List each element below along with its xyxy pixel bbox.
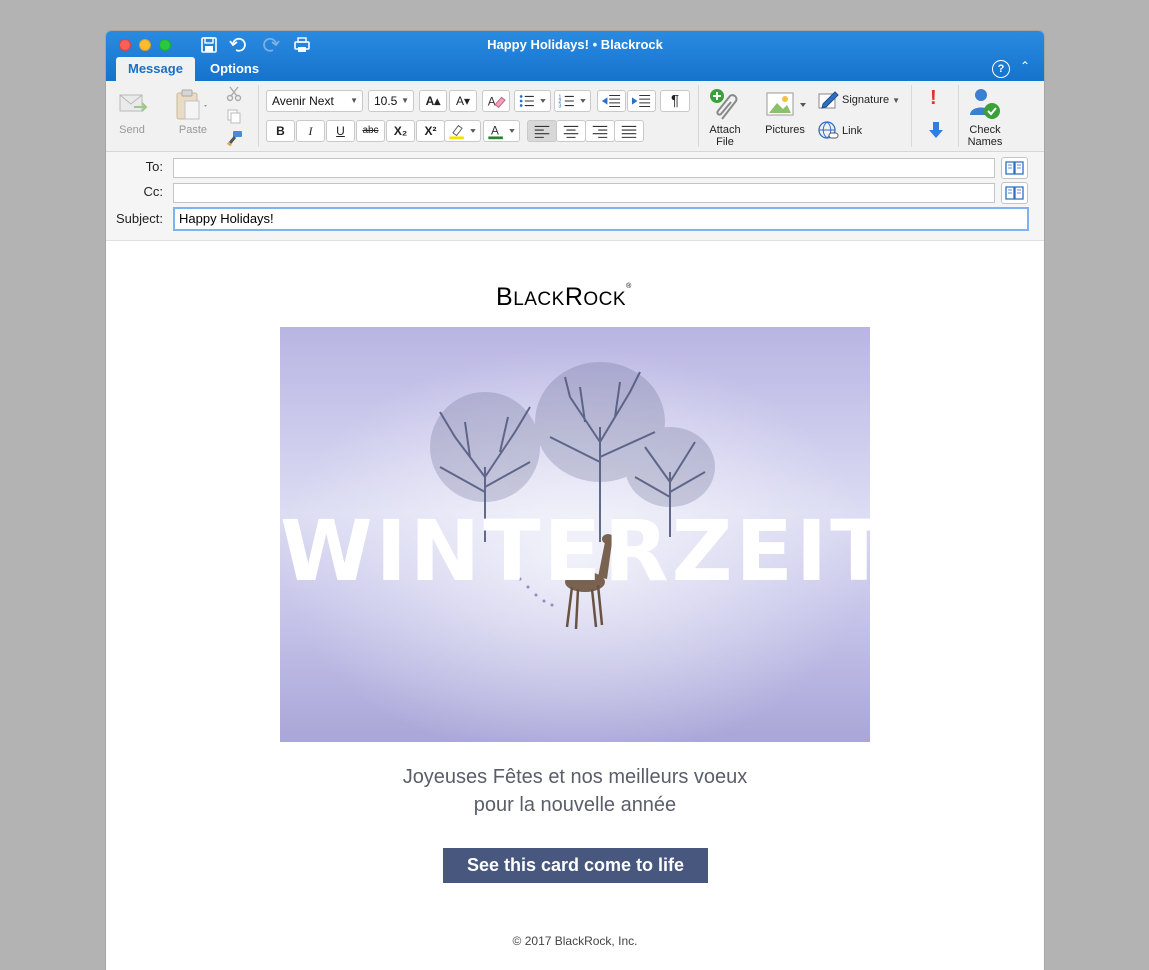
copyright-footer: © 2017 BlackRock, Inc. (512, 934, 638, 948)
hero-title: WINTERZEIT (280, 502, 870, 600)
shrink-font-button[interactable]: A▾ (449, 90, 477, 112)
cut-icon[interactable] (226, 86, 242, 102)
font-name-dropdown[interactable]: Avenir Next ▼ (266, 90, 363, 112)
font-name-value: Avenir Next (272, 94, 334, 108)
to-field[interactable] (173, 158, 995, 178)
link-icon[interactable] (817, 120, 839, 142)
compose-window: Happy Holidays! • Blackrock Message Opti… (106, 31, 1044, 970)
attach-file-label-line2: File (716, 136, 734, 148)
send-label: Send (119, 124, 145, 136)
high-importance-icon[interactable]: ! (930, 87, 937, 110)
bold-button[interactable]: B (266, 120, 295, 142)
ribbon-separator (958, 85, 959, 147)
decrease-indent-icon[interactable] (597, 90, 626, 112)
paste-label: Paste (178, 124, 208, 136)
attach-file-icon[interactable] (708, 87, 742, 123)
justify-icon[interactable] (614, 120, 644, 142)
italic-button[interactable]: I (296, 120, 325, 142)
chevron-down-icon: ▼ (401, 96, 409, 105)
title-bar: Happy Holidays! • Blackrock Message Opti… (106, 31, 1044, 81)
svg-text:A: A (491, 124, 499, 138)
cc-label: Cc: (143, 184, 164, 199)
svg-text:A: A (488, 95, 496, 109)
cc-field[interactable] (173, 183, 995, 203)
check-names-label: Check Names (962, 124, 1008, 148)
ribbon-separator (911, 85, 912, 147)
strikethrough-button[interactable]: abc (356, 120, 385, 142)
greeting-line-1: Joyeuses Fêtes et nos meilleurs voeux (402, 766, 748, 788)
pictures-label: Pictures (765, 124, 805, 136)
subject-label: Subject: (116, 211, 163, 226)
link-label[interactable]: Link (842, 125, 862, 137)
cc-address-book-button[interactable] (1001, 182, 1028, 204)
highlight-color-icon[interactable] (444, 120, 481, 142)
grow-font-button[interactable]: A▴ (419, 90, 447, 112)
send-icon[interactable] (118, 91, 150, 119)
pictures-icon[interactable] (765, 91, 809, 119)
greeting-line-2: pour la nouvelle année (473, 794, 677, 816)
signature-label-text: Signature (842, 94, 890, 106)
superscript-button[interactable]: X² (416, 120, 445, 142)
window-title: Happy Holidays! • Blackrock (487, 37, 663, 52)
chevron-down-icon: ▼ (892, 96, 901, 105)
address-book-icon (1005, 186, 1024, 200)
chevron-down-icon: ▼ (350, 96, 358, 105)
paste-icon[interactable] (174, 89, 208, 121)
check-names-label-line1: Check (969, 124, 1001, 136)
see-card-button[interactable]: See this card come to life (443, 848, 708, 883)
signature-icon[interactable] (817, 90, 839, 110)
numbering-icon[interactable]: 123 (554, 90, 591, 112)
check-names-label-line2: Names (967, 136, 1003, 148)
increase-indent-icon[interactable] (627, 90, 656, 112)
bullets-icon[interactable] (514, 90, 551, 112)
font-size-value: 10.5 (374, 94, 398, 108)
subscript-button[interactable]: X₂ (386, 120, 415, 142)
tab-message[interactable]: Message (116, 57, 195, 81)
signature-label[interactable]: Signature ▼ (842, 94, 900, 106)
tab-options[interactable]: Options (198, 57, 271, 81)
address-book-icon (1005, 161, 1024, 175)
align-left-icon[interactable] (527, 120, 557, 142)
attach-file-label: Attach File (702, 124, 748, 148)
font-size-dropdown[interactable]: 10.5 ▼ (368, 90, 414, 112)
ribbon-separator (258, 85, 259, 147)
format-painter-icon[interactable] (226, 130, 244, 146)
message-body[interactable]: BLACKROCK® WINTERZEIT Joyeuses Fêtes et … (106, 241, 1044, 970)
blackrock-logo: BLACKROCK® (496, 283, 632, 311)
align-center-icon[interactable] (556, 120, 586, 142)
to-address-book-button[interactable] (1001, 157, 1028, 179)
low-importance-icon[interactable] (927, 120, 945, 140)
copy-icon[interactable] (226, 108, 242, 124)
font-color-icon[interactable]: A (483, 120, 520, 142)
help-icon[interactable]: ? (992, 60, 1010, 78)
collapse-ribbon-icon[interactable]: ⌃ (1020, 59, 1030, 73)
attach-file-label-line1: Attach (709, 124, 741, 136)
subject-field[interactable]: Happy Holidays! (173, 207, 1029, 231)
ribbon-toolbar: Send Paste Avenir Next ▼ 10.5 ▼ A▴ A▾ A … (106, 81, 1044, 152)
hero-image: WINTERZEIT (280, 327, 870, 742)
check-names-icon[interactable] (968, 87, 1002, 121)
to-label: To: (145, 159, 163, 174)
svg-text:3: 3 (558, 103, 561, 109)
address-panel: To: Cc: Subject: Happy Holidays! (106, 152, 1044, 241)
show-formatting-button[interactable]: ¶ (660, 90, 690, 112)
ribbon-separator (698, 85, 699, 147)
align-right-icon[interactable] (585, 120, 615, 142)
clear-formatting-icon[interactable]: A (482, 90, 510, 112)
underline-button[interactable]: U (326, 120, 355, 142)
